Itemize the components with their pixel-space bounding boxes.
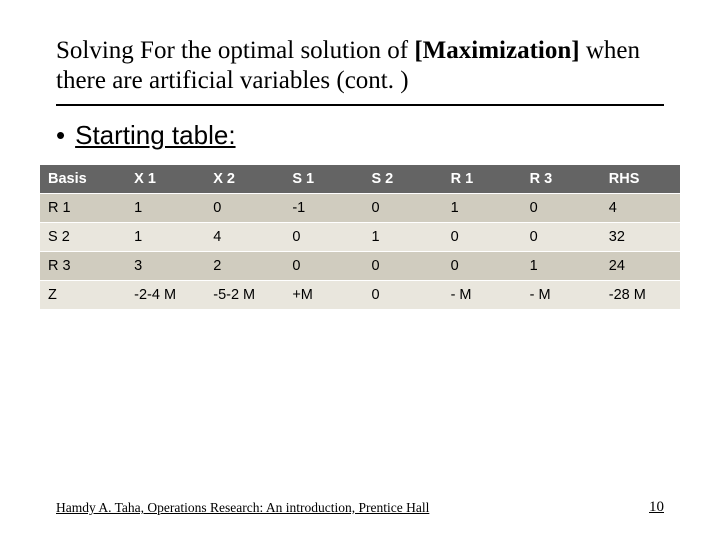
cell: 3	[126, 252, 205, 281]
table-row: Z -2-4 M -5-2 M +M 0 - M - M -28 M	[40, 281, 680, 310]
simplex-tableau: Basis X 1 X 2 S 1 S 2 R 1 R 3 RHS R 1 1 …	[40, 165, 680, 310]
table-row: R 1 1 0 -1 0 1 0 4	[40, 194, 680, 223]
cell: -1	[284, 194, 363, 223]
col-s2: S 2	[363, 165, 442, 194]
cell: R 3	[40, 252, 126, 281]
cell: -5-2 M	[205, 281, 284, 310]
tableau-wrap: Basis X 1 X 2 S 1 S 2 R 1 R 3 RHS R 1 1 …	[0, 159, 720, 310]
page-number: 10	[649, 499, 664, 516]
table-header-row: Basis X 1 X 2 S 1 S 2 R 1 R 3 RHS	[40, 165, 680, 194]
table-row: R 3 3 2 0 0 0 1 24	[40, 252, 680, 281]
cell: 1	[126, 223, 205, 252]
cell: 0	[363, 252, 442, 281]
col-x2: X 2	[205, 165, 284, 194]
cell: 1	[126, 194, 205, 223]
cell: 1	[363, 223, 442, 252]
col-basis: Basis	[40, 165, 126, 194]
col-r1: R 1	[443, 165, 522, 194]
cell: - M	[443, 281, 522, 310]
cell: 0	[522, 194, 601, 223]
cell: 0	[443, 223, 522, 252]
cell: -2-4 M	[126, 281, 205, 310]
col-s1: S 1	[284, 165, 363, 194]
cell: 0	[522, 223, 601, 252]
title-bold: [Maximization]	[414, 37, 579, 64]
cell: 4	[205, 223, 284, 252]
bullet-marker: •	[56, 120, 65, 151]
cell: R 1	[40, 194, 126, 223]
col-r3: R 3	[522, 165, 601, 194]
cell: 1	[443, 194, 522, 223]
col-rhs: RHS	[601, 165, 680, 194]
cell: 1	[522, 252, 601, 281]
cell: - M	[522, 281, 601, 310]
cell: 0	[284, 252, 363, 281]
bullet-row: • Starting table:	[0, 106, 720, 159]
cell: 0	[284, 223, 363, 252]
cell: -28 M	[601, 281, 680, 310]
slide-title: Solving For the optimal solution of [Max…	[56, 36, 664, 96]
footer-reference: Hamdy A. Taha, Operations Research: An i…	[56, 500, 429, 516]
slide-title-block: Solving For the optimal solution of [Max…	[0, 0, 720, 98]
bullet-text: Starting table:	[75, 120, 235, 150]
cell: Z	[40, 281, 126, 310]
table-row: S 2 1 4 0 1 0 0 32	[40, 223, 680, 252]
cell: +M	[284, 281, 363, 310]
cell: 4	[601, 194, 680, 223]
cell: 0	[443, 252, 522, 281]
slide-footer: Hamdy A. Taha, Operations Research: An i…	[56, 499, 664, 516]
col-x1: X 1	[126, 165, 205, 194]
cell: 24	[601, 252, 680, 281]
title-part1: Solving For the optimal solution of	[56, 37, 414, 64]
cell: S 2	[40, 223, 126, 252]
cell: 0	[205, 194, 284, 223]
cell: 0	[363, 281, 442, 310]
cell: 0	[363, 194, 442, 223]
cell: 32	[601, 223, 680, 252]
cell: 2	[205, 252, 284, 281]
